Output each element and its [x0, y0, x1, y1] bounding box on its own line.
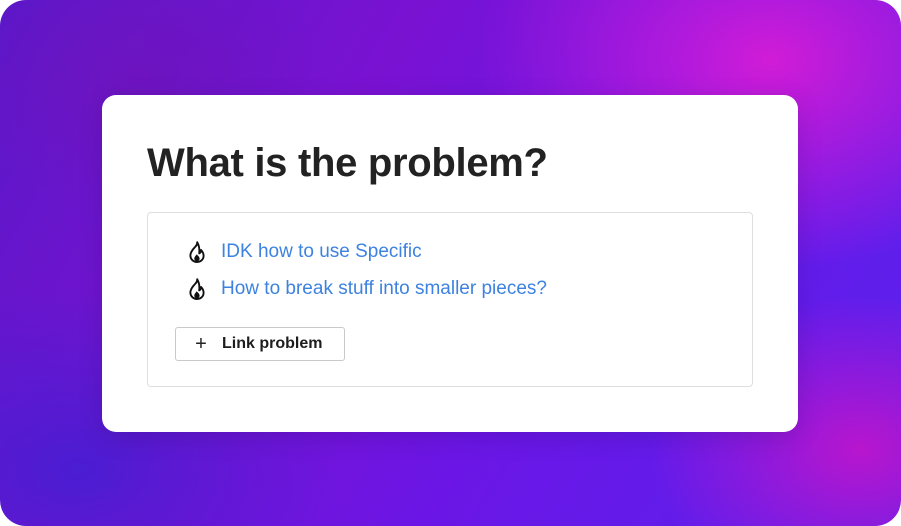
problem-link[interactable]: IDK how to use Specific	[221, 241, 422, 263]
problem-card: What is the problem? IDK how to use Spec…	[102, 95, 798, 432]
gradient-background: What is the problem? IDK how to use Spec…	[0, 0, 901, 526]
problem-link[interactable]: How to break stuff into smaller pieces?	[221, 278, 547, 300]
fire-icon	[189, 278, 205, 300]
link-problem-label: Link problem	[222, 335, 323, 352]
problem-item[interactable]: IDK how to use Specific	[188, 239, 422, 265]
problems-panel: IDK how to use Specific How to break stu…	[147, 212, 753, 387]
problem-item[interactable]: How to break stuff into smaller pieces?	[188, 276, 547, 302]
plus-icon: +	[195, 333, 207, 355]
fire-icon	[189, 241, 205, 263]
link-problem-button[interactable]: + Link problem	[175, 327, 345, 361]
page-title: What is the problem?	[147, 141, 548, 185]
